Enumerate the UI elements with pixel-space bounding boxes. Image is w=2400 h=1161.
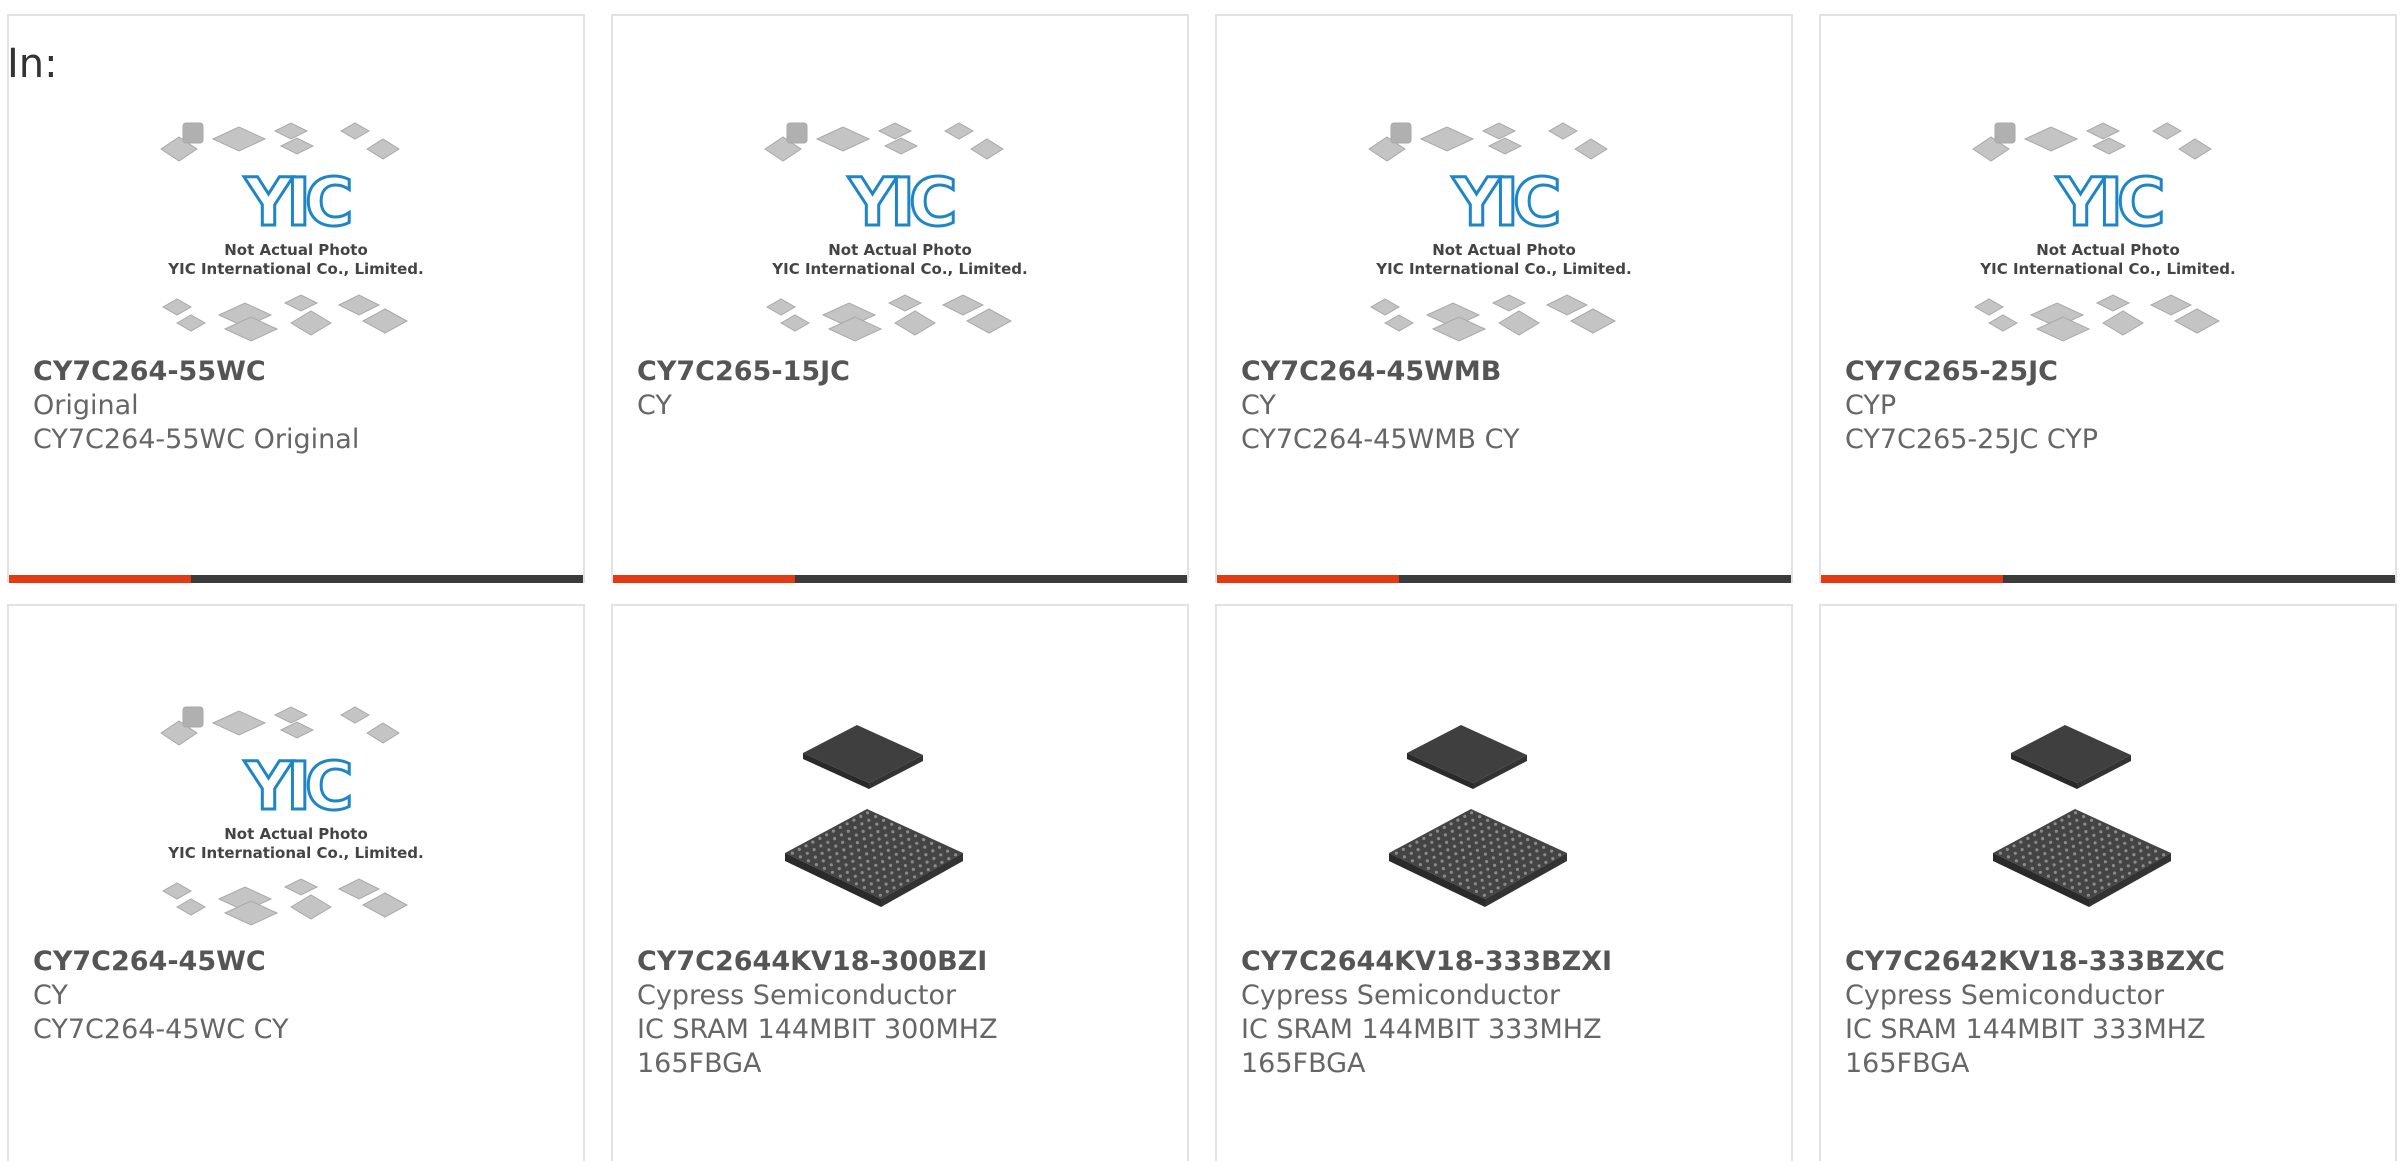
product-part-number[interactable]: CY7C2642KV18-333BZXC (1845, 945, 2385, 979)
product-card[interactable]: YIC Not Actual Photo YIC International Co.… (1819, 14, 2397, 583)
product-manufacturer: Cypress Semiconductor (637, 980, 957, 1011)
yic-logo: YIC (2056, 164, 2162, 241)
card-footer-bar (1217, 575, 1791, 583)
product-description: IC SRAM 144MBIT 333MHZ (1845, 1014, 2206, 1045)
placeholder-image: YICNot Actual PhotoYIC International Co.… (764, 122, 1028, 342)
card-footer-accent (1217, 575, 1399, 583)
product-manufacturer: Cypress Semiconductor (1845, 980, 2165, 1011)
yic-logo: YIC (848, 164, 954, 241)
watermark-text: YIC International Co., Limited. (167, 844, 423, 862)
product-package: 165FBGA (637, 1048, 762, 1079)
bga-chip-image (1389, 725, 1567, 907)
product-manufacturer: Cypress Semiconductor (1241, 980, 1561, 1011)
card-footer-bar (9, 575, 583, 583)
watermark-text: Not Actual Photo (1432, 241, 1576, 259)
product-manufacturer: Original (33, 390, 139, 421)
product-manufacturer: CY (637, 390, 672, 421)
product-package: 165FBGA (1241, 1048, 1366, 1079)
product-card[interactable]: YIC Not Actual Photo YIC International Co.… (611, 14, 1189, 583)
watermark-text: YIC International Co., Limited. (1375, 260, 1631, 278)
product-card[interactable]: CY7C2644KV18-333BZXI Cypress Semiconduct… (1215, 604, 1793, 1161)
product-part-number[interactable]: CY7C264-55WC (33, 355, 573, 389)
product-card[interactable]: YIC Not Actual Photo YIC International Co.… (7, 604, 585, 1161)
product-card[interactable]: CY7C2644KV18-300BZI Cypress Semiconducto… (611, 604, 1189, 1161)
product-card[interactable]: CY7C2642KV18-333BZXC Cypress Semiconduct… (1819, 604, 2397, 1161)
product-grid-page: In: YIC Not Actual Photo YIC International… (0, 0, 2400, 1161)
product-part-number[interactable]: CY7C264-45WMB (1241, 355, 1781, 389)
watermark-text: Not Actual Photo (2036, 241, 2180, 259)
product-part-number[interactable]: CY7C2644KV18-333BZXI (1241, 945, 1781, 979)
placeholder-image: YICNot Actual PhotoYIC International Co.… (1972, 122, 2236, 342)
watermark-text: Not Actual Photo (828, 241, 972, 259)
yic-logo: YIC (244, 748, 350, 825)
placeholder-image: YICNot Actual PhotoYIC International Co.… (160, 706, 424, 926)
product-manufacturer: CY (33, 980, 68, 1011)
card-footer-bar (613, 575, 1187, 583)
placeholder-image: YICNot Actual PhotoYIC International Co.… (160, 122, 424, 342)
card-footer-accent (9, 575, 191, 583)
product-description: IC SRAM 144MBIT 333MHZ (1241, 1014, 1602, 1045)
yic-logo: YIC (244, 164, 350, 241)
watermark-text: YIC International Co., Limited. (1979, 260, 2235, 278)
product-card[interactable]: YIC Not Actual Photo YIC International Co.… (7, 14, 585, 583)
product-description: CY7C265-25JC CYP (1845, 424, 2099, 455)
yic-logo: YIC (1452, 164, 1558, 241)
product-description: IC SRAM 144MBIT 300MHZ (637, 1014, 998, 1045)
filter-label: In: (7, 41, 58, 87)
product-manufacturer: CYP (1845, 390, 1897, 421)
bga-chip-image (785, 725, 963, 907)
card-footer-accent (613, 575, 795, 583)
watermark-text: Not Actual Photo (224, 241, 368, 259)
card-footer-accent (1821, 575, 2003, 583)
product-part-number[interactable]: CY7C265-15JC (637, 355, 1177, 389)
product-part-number[interactable]: CY7C265-25JC (1845, 355, 2385, 389)
bga-chip-image (1993, 725, 2171, 907)
card-footer-bar (1821, 575, 2395, 583)
product-part-number[interactable]: CY7C264-45WC (33, 945, 573, 979)
product-part-number[interactable]: CY7C2644KV18-300BZI (637, 945, 1177, 979)
product-package: 165FBGA (1845, 1048, 1970, 1079)
watermark-text: YIC International Co., Limited. (771, 260, 1027, 278)
product-description: CY7C264-45WMB CY (1241, 424, 1520, 455)
watermark-text: YIC International Co., Limited. (167, 260, 423, 278)
placeholder-image: YICNot Actual PhotoYIC International Co.… (1368, 122, 1632, 342)
product-description: CY7C264-55WC Original (33, 424, 360, 455)
product-manufacturer: CY (1241, 390, 1276, 421)
product-card[interactable]: YIC Not Actual Photo YIC International Co.… (1215, 14, 1793, 583)
watermark-text: Not Actual Photo (224, 825, 368, 843)
product-description: CY7C264-45WC CY (33, 1014, 289, 1045)
